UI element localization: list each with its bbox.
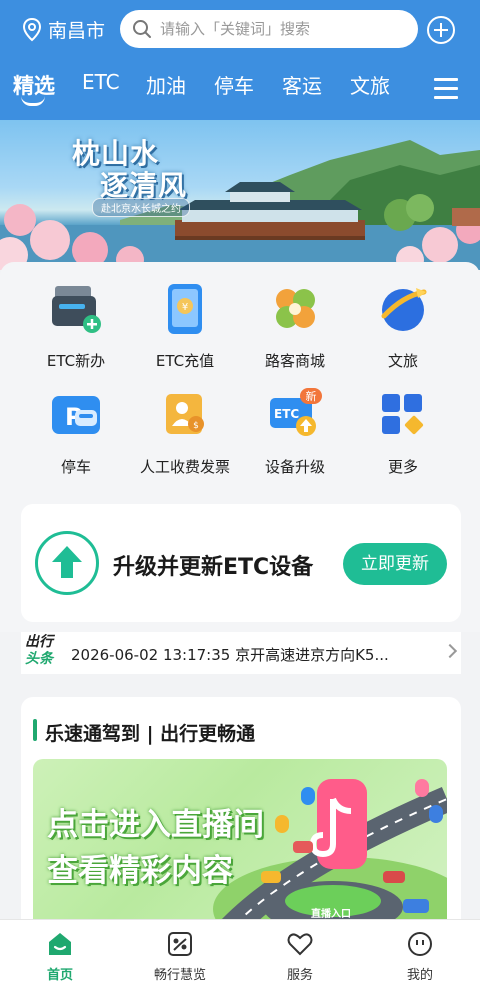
news-logo-line2: 头条 — [25, 651, 53, 667]
live-banner-line2: 查看精彩内容 — [47, 853, 233, 889]
service-label: 人工收费发票 — [139, 458, 230, 476]
nav-home[interactable]: 首页 — [10, 930, 110, 983]
section-accent-bar — [33, 719, 37, 741]
nav-services[interactable]: 服务 — [250, 930, 350, 983]
tab-bus[interactable]: 客运 — [282, 70, 322, 99]
svg-text:¥: ¥ — [182, 302, 188, 313]
home-icon — [46, 930, 74, 958]
parking-icon: P — [49, 388, 103, 442]
location-pin-icon — [22, 17, 42, 41]
tab-etc[interactable]: ETC — [82, 70, 120, 94]
search-input[interactable] — [160, 20, 400, 38]
category-tabs: 精选 ETC 加油 停车 客运 文旅 — [0, 70, 480, 110]
profile-icon — [406, 930, 434, 958]
bottom-navigation: 首页 畅行慧览 服务 我的 — [0, 919, 480, 989]
etc-upgrade-card[interactable]: 升级并更新ETC设备 立即更新 — [21, 504, 461, 622]
city-selector[interactable]: 南昌市 — [22, 16, 105, 43]
travel-plane-icon — [376, 282, 430, 336]
service-label: 停车 — [60, 458, 91, 476]
nav-profile[interactable]: 我的 — [370, 930, 470, 983]
live-section-title: 乐速通驾到 | 出行更畅通 — [45, 723, 256, 745]
search-bar[interactable] — [120, 10, 418, 48]
live-room-banner[interactable]: 点击进入直播间 查看精彩内容 直播入口 — [33, 759, 447, 937]
tab-fuel[interactable]: 加油 — [146, 70, 186, 99]
tab-travel[interactable]: 文旅 — [350, 70, 390, 99]
live-section: 乐速通驾到 | 出行更畅通 点击进入直播间 查看精彩内容 直播入口 — [21, 697, 461, 937]
service-manual-invoice[interactable]: $ 人工收费发票 — [130, 388, 240, 477]
nav-label: 服务 — [286, 968, 313, 983]
news-headline: 2026-06-02 13:17:35 京开高速进京方向K5... — [71, 646, 389, 664]
nav-label: 首页 — [46, 968, 73, 983]
svg-text:ETC: ETC — [274, 407, 299, 421]
etc-recharge-icon: ¥ — [158, 282, 212, 336]
chevron-right-icon — [442, 643, 458, 659]
upgrade-text: 升级并更新ETC设备 — [113, 555, 314, 580]
banner-subtitle: 赴北京水长城之约 — [92, 198, 190, 217]
tab-parking[interactable]: 停车 — [214, 70, 254, 99]
service-label: 路客商城 — [264, 352, 325, 370]
etc-card-add-icon — [49, 282, 103, 336]
service-travel[interactable]: 文旅 — [348, 282, 458, 371]
news-logo-line1: 出行 — [25, 634, 53, 650]
add-button[interactable] — [427, 16, 455, 44]
nav-label: 我的 — [406, 968, 433, 983]
nav-label: 畅行慧览 — [153, 968, 206, 983]
live-entrance-label: 直播入口 — [311, 909, 351, 920]
service-mall[interactable]: 路客商城 — [240, 282, 350, 371]
service-parking[interactable]: P 停车 — [21, 388, 131, 477]
service-label: ETC新办 — [46, 352, 106, 370]
menu-icon[interactable] — [434, 78, 458, 100]
service-etc-new[interactable]: ETC新办 — [21, 282, 131, 371]
etc-upgrade-icon: ETC 新 — [268, 388, 322, 442]
travel-headline-logo: 出行 头条 — [25, 634, 65, 668]
service-label: 设备升级 — [264, 458, 325, 476]
service-label: 文旅 — [387, 352, 418, 370]
heart-icon — [286, 930, 314, 958]
svg-text:$: $ — [193, 421, 199, 431]
live-banner-line1: 点击进入直播间 — [47, 807, 264, 843]
invoice-person-icon: $ — [158, 388, 212, 442]
service-device-upgrade[interactable]: ETC 新 设备升级 — [240, 388, 350, 477]
service-label: ETC充值 — [155, 352, 215, 370]
svg-text:新: 新 — [306, 389, 317, 403]
service-etc-recharge[interactable]: ¥ ETC充值 — [130, 282, 240, 371]
nav-overview[interactable]: 畅行慧览 — [130, 930, 230, 983]
search-icon — [133, 20, 151, 38]
mall-clover-icon — [268, 282, 322, 336]
top-bar: 南昌市 — [0, 10, 480, 50]
service-label: 更多 — [387, 458, 418, 476]
map-icon — [166, 930, 194, 958]
more-grid-icon — [376, 388, 430, 442]
promo-banner[interactable]: 枕山水 逐清风 赴北京水长城之约 — [0, 120, 480, 270]
update-now-button[interactable]: 立即更新 — [343, 543, 447, 585]
upgrade-arrow-icon — [35, 531, 99, 595]
news-ticker[interactable]: 出行 头条 2026-06-02 13:17:35 京开高速进京方向K5... — [21, 632, 461, 674]
app-header: 南昌市 精选 ETC 加油 停车 客运 文旅 — [0, 0, 480, 120]
service-more[interactable]: 更多 — [348, 388, 458, 477]
city-name: 南昌市 — [48, 20, 106, 42]
